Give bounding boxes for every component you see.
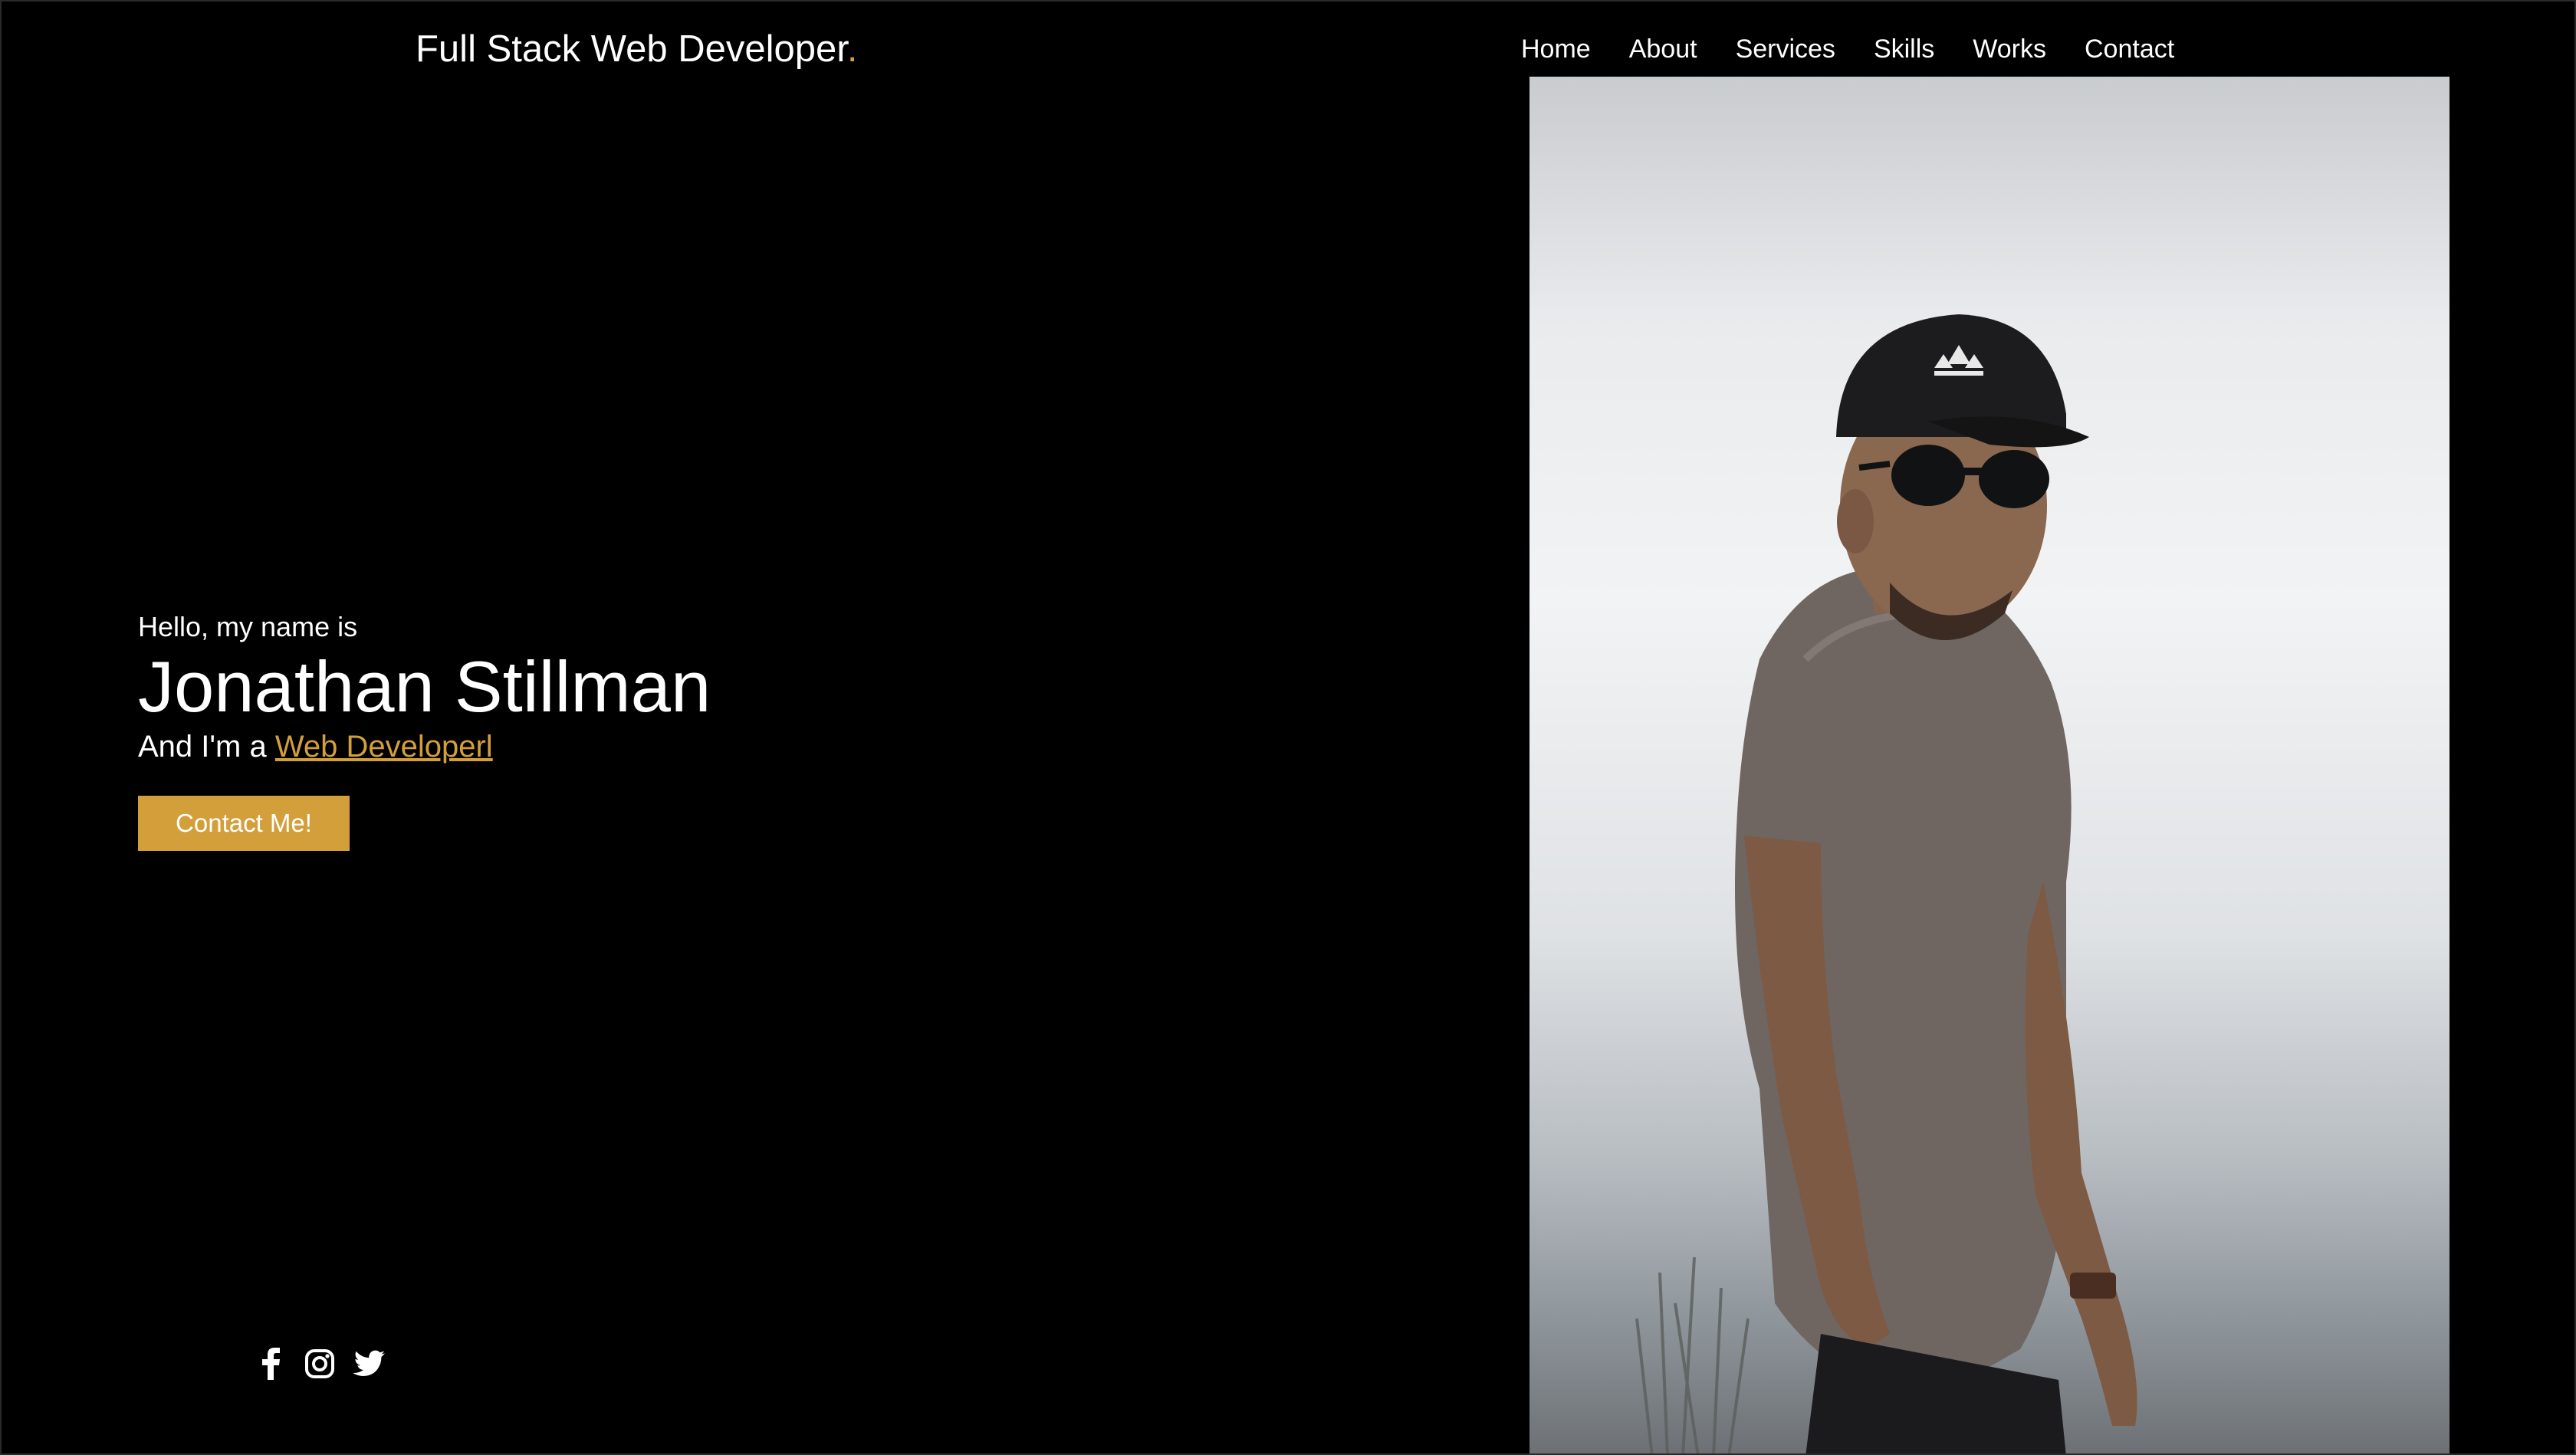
nav-item-contact[interactable]: Contact [2085,31,2174,67]
nav-item-works[interactable]: Works [1973,31,2046,67]
facebook-icon[interactable] [255,1348,287,1380]
nav-item-home[interactable]: Home [1521,31,1591,67]
social-links [255,1348,385,1380]
hero-name: Jonathan Stillman [138,646,711,727]
hero-greeting: Hello, my name is [138,611,358,642]
main-nav: Home About Services Skills Works Contact [1521,31,2174,67]
brand-logo[interactable]: Full Stack Web Developer. [416,25,857,74]
nav-item-about[interactable]: About [1629,31,1697,67]
twitter-icon[interactable] [353,1348,385,1380]
hero-role: And I'm a Web Developerl [138,727,711,767]
brand-dot: . [846,28,858,70]
contact-me-button[interactable]: Contact Me! [138,796,350,851]
grass-shape [1635,1256,1750,1453]
nav-item-services[interactable]: Services [1736,31,1835,67]
instagram-icon[interactable] [304,1348,336,1380]
ear-shape [1837,489,1874,553]
page: Full Stack Web Developer. Home About Ser… [0,0,2576,1455]
arm-shape [2025,882,2137,1426]
hero-role-prefix: And I'm a [138,730,275,764]
watch-shape [2070,1273,2116,1299]
hero-role-link[interactable]: Web Developerl [275,730,493,764]
hero-photo [1530,77,2450,1453]
nav-item-skills[interactable]: Skills [1874,31,1934,67]
hero-section: Hello, my name is Jonathan Stillman And … [138,609,711,851]
portrait-illustration [1635,314,2137,1453]
brand-text: Full Stack Web Developer [416,28,847,70]
